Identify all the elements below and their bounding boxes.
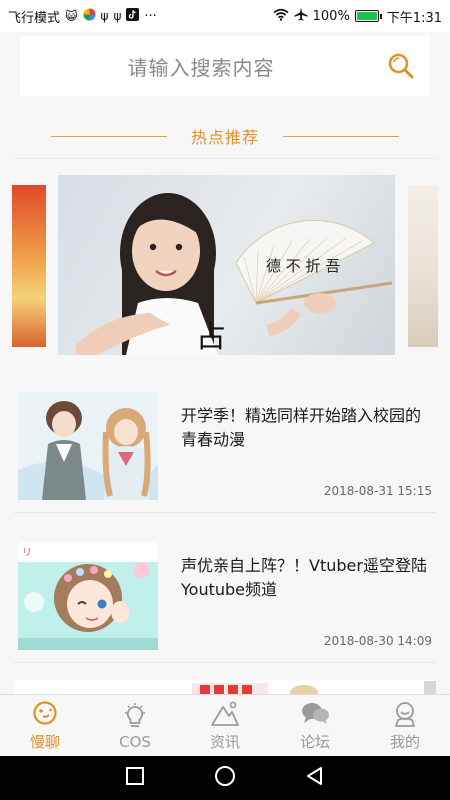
article-title[interactable]: 声优亲自上阵？！Vtuber遥空登陆Youtube频道 xyxy=(181,554,433,602)
recent-apps-icon[interactable] xyxy=(125,766,145,790)
battery-percent: 100% xyxy=(312,8,350,24)
home-icon[interactable] xyxy=(214,765,236,791)
clock: 下午1:31 xyxy=(386,10,442,26)
back-icon[interactable] xyxy=(305,766,325,790)
tab-label: 我的 xyxy=(389,733,420,751)
divider xyxy=(14,512,436,513)
article-timestamp: 2018-08-30 14:09 xyxy=(323,634,432,648)
article-item[interactable]: 开学季！精选同样开始踏入校园的青春动漫 2018-08-31 15:15 xyxy=(0,392,450,532)
system-navigation-bar xyxy=(0,756,450,800)
svg-text:占: 占 xyxy=(196,320,226,355)
tab-label: 资讯 xyxy=(209,733,240,751)
tab-label: COS xyxy=(119,732,151,751)
status-right: 100% 下午1:31 xyxy=(273,7,442,26)
status-left: 飞行模式 😺 ψ ψ ··· xyxy=(8,7,157,26)
tab-label: 慢聊 xyxy=(29,733,60,751)
carousel-prev-slide[interactable] xyxy=(12,185,46,347)
tab-chat[interactable]: 慢聊 xyxy=(0,695,90,756)
hot-section-header: 热点推荐 xyxy=(0,118,450,154)
wifi-icon xyxy=(273,8,289,25)
search-input[interactable]: 请输入搜索内容 xyxy=(20,52,372,81)
search-bar[interactable]: 请输入搜索内容 xyxy=(20,36,430,96)
bottom-tab-bar: 慢聊 COS 资讯 论坛 我的 xyxy=(0,694,450,756)
article-thumbnail[interactable] xyxy=(18,392,158,500)
tab-profile[interactable]: 我的 xyxy=(360,695,450,756)
more-notifications-icon: ··· xyxy=(144,8,157,24)
article-timestamp: 2018-08-31 15:15 xyxy=(323,484,432,498)
carousel-slide-image[interactable]: 占 德 不 折 吾 xyxy=(58,175,395,355)
section-title: 热点推荐 xyxy=(190,128,259,147)
carousel-next-slide[interactable] xyxy=(408,185,438,347)
article-item[interactable]: リ 声优亲自上阵？！Vtuber遥空登陆Youtube频道 2018-08-30… xyxy=(0,542,450,682)
profile-icon xyxy=(390,699,420,729)
hot-carousel[interactable]: 占 德 不 折 吾 xyxy=(0,175,450,357)
divider-line xyxy=(50,135,167,137)
divider xyxy=(14,158,436,159)
battery-icon xyxy=(354,10,382,22)
speech-bubbles-icon xyxy=(300,699,330,729)
svg-text:德 不 折 吾: 德 不 折 吾 xyxy=(266,257,340,275)
status-bar: 飞行模式 😺 ψ ψ ··· 100% 下午1:31 xyxy=(0,0,450,32)
chat-bubble-icon xyxy=(30,699,60,729)
airplane-icon xyxy=(294,7,308,25)
article-thumbnail[interactable]: リ xyxy=(18,542,158,650)
next-item-preview[interactable] xyxy=(14,680,436,694)
tab-cos[interactable]: COS xyxy=(90,695,180,756)
lightbulb-icon xyxy=(120,701,150,731)
mountain-icon xyxy=(210,699,240,729)
color-wheel-icon xyxy=(83,8,96,25)
airplane-mode-label: 飞行模式 xyxy=(8,10,61,26)
search-icon[interactable] xyxy=(372,36,430,96)
divider-line xyxy=(283,135,399,137)
article-title[interactable]: 开学季！精选同样开始踏入校园的青春动漫 xyxy=(181,404,433,452)
search-bar-container: 请输入搜索内容 xyxy=(0,32,450,102)
tab-news[interactable]: 资讯 xyxy=(180,695,270,756)
tab-label: 论坛 xyxy=(299,733,330,751)
tab-forum[interactable]: 论坛 xyxy=(270,695,360,756)
cat-face-icon: 😺 xyxy=(65,9,78,23)
usb-icon: ψ xyxy=(100,9,109,23)
svg-text:リ: リ xyxy=(22,548,32,559)
usb-debug-icon: ψ xyxy=(113,9,122,23)
tiktok-icon xyxy=(126,7,140,25)
divider xyxy=(14,662,436,663)
